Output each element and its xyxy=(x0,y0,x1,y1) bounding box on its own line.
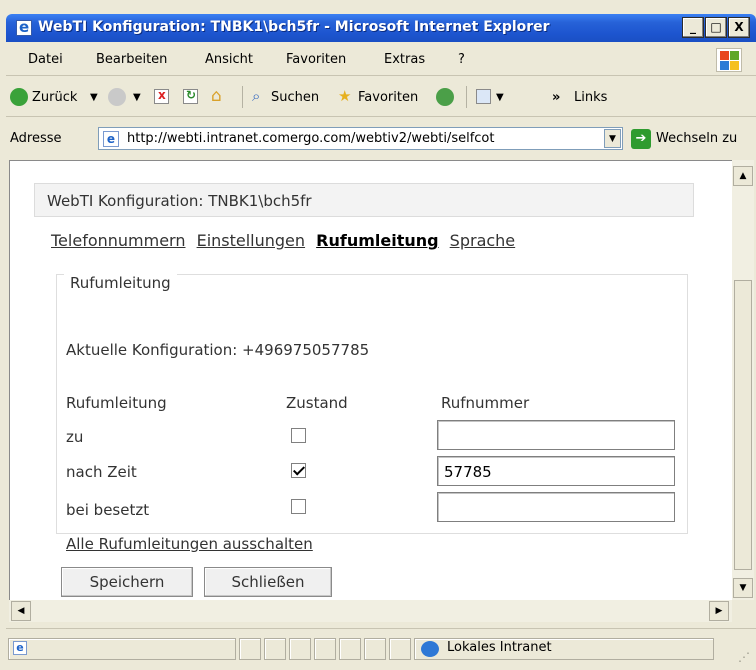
ie-icon xyxy=(16,18,32,36)
page-content: WebTI Konfiguration: TNBK1\bch5fr Telefo… xyxy=(9,160,732,600)
window-title: WebTI Konfiguration: TNBK1\bch5fr - Micr… xyxy=(38,19,550,35)
stop-icon[interactable]: x xyxy=(154,88,169,104)
section-legend: Rufumleitung xyxy=(64,274,177,292)
row-label-zu: zu xyxy=(66,428,84,446)
scroll-left-icon[interactable]: ◀ xyxy=(11,601,31,621)
page-icon: e xyxy=(103,131,119,147)
status-main-cell: e xyxy=(8,638,236,660)
vertical-scrollbar[interactable]: ▲ ▼ xyxy=(732,160,754,600)
tab-einstellungen[interactable]: Einstellungen xyxy=(197,231,305,250)
number-input-bei-besetzt[interactable] xyxy=(437,492,675,522)
back-button[interactable]: Zurück xyxy=(32,90,77,105)
toolbar-overflow-icon[interactable]: » xyxy=(552,90,560,105)
scroll-down-icon[interactable]: ▼ xyxy=(733,578,753,598)
status-bar: e Lokales Intranet ⋰ xyxy=(6,628,756,670)
disable-all-forwarding-link[interactable]: Alle Rufumleitungen ausschalten xyxy=(66,535,313,553)
number-input-nach-zeit[interactable]: 57785 xyxy=(437,456,675,486)
forward-icon[interactable] xyxy=(108,88,126,106)
minimize-button[interactable]: _ xyxy=(682,17,704,38)
column-header-rufumleitung: Rufumleitung xyxy=(66,394,167,412)
mail-icon[interactable] xyxy=(476,89,491,104)
go-button[interactable]: Wechseln zu xyxy=(656,131,737,146)
status-cell xyxy=(339,638,361,660)
address-url: http://webti.intranet.comergo.com/webtiv… xyxy=(127,131,495,146)
scroll-up-icon[interactable]: ▲ xyxy=(733,166,753,186)
tab-rufumleitung[interactable]: Rufumleitung xyxy=(316,231,438,250)
number-input-zu[interactable] xyxy=(437,420,675,450)
mail-dropdown-icon[interactable]: ▼ xyxy=(496,92,504,103)
back-icon[interactable] xyxy=(10,88,28,106)
status-cell xyxy=(314,638,336,660)
checkbox-bei-besetzt[interactable] xyxy=(291,499,306,514)
page-status-icon: e xyxy=(13,641,27,655)
current-config-label: Aktuelle Konfiguration: +496975057785 xyxy=(66,341,370,359)
status-cell xyxy=(239,638,261,660)
toolbar-separator xyxy=(242,86,243,108)
checkbox-nach-zeit[interactable] xyxy=(291,463,306,478)
zone-label: Lokales Intranet xyxy=(447,640,552,655)
menu-datei[interactable]: Datei xyxy=(28,52,63,67)
browser-window: WebTI Konfiguration: TNBK1\bch5fr - Micr… xyxy=(0,0,756,670)
intranet-globe-icon xyxy=(421,641,439,657)
row-label-bei-besetzt: bei besetzt xyxy=(66,501,150,519)
column-header-zustand: Zustand xyxy=(286,394,348,412)
links-button[interactable]: Links xyxy=(574,90,607,105)
menu-ansicht[interactable]: Ansicht xyxy=(205,52,253,67)
menu-help[interactable]: ? xyxy=(458,52,465,67)
windows-logo-icon xyxy=(716,48,742,72)
panel-header: WebTI Konfiguration: TNBK1\bch5fr xyxy=(34,183,694,217)
close-button[interactable]: X xyxy=(728,17,750,38)
menu-bearbeiten[interactable]: Bearbeiten xyxy=(96,52,167,67)
row-label-nach-zeit: nach Zeit xyxy=(66,463,137,481)
refresh-icon[interactable]: ↻ xyxy=(183,88,198,104)
status-cell xyxy=(364,638,386,660)
maximize-button[interactable]: □ xyxy=(705,17,727,38)
favorites-icon[interactable]: ★ xyxy=(338,87,351,105)
media-icon[interactable] xyxy=(436,88,454,106)
status-cell xyxy=(264,638,286,660)
close-page-button[interactable]: Schließen xyxy=(204,567,332,597)
checkbox-zu[interactable] xyxy=(291,428,306,443)
menu-bar: Datei Bearbeiten Ansicht Favoriten Extra… xyxy=(6,42,756,76)
column-header-rufnummer: Rufnummer xyxy=(441,394,530,412)
scroll-right-icon[interactable]: ▶ xyxy=(709,601,729,621)
toolbar-separator xyxy=(466,86,467,108)
home-icon[interactable]: ⌂ xyxy=(211,86,222,106)
forward-dropdown-icon[interactable]: ▼ xyxy=(133,92,141,103)
address-label: Adresse xyxy=(10,131,62,146)
tab-sprache[interactable]: Sprache xyxy=(450,231,515,250)
toolbar: Zurück ▼ ▼ x ↻ ⌂ ⌕ Suchen ★ Favoriten ▼ … xyxy=(6,77,756,117)
favorites-button[interactable]: Favoriten xyxy=(358,90,418,105)
address-input[interactable]: e http://webti.intranet.comergo.com/webt… xyxy=(98,127,623,150)
menu-favoriten[interactable]: Favoriten xyxy=(286,52,346,67)
go-arrow-icon[interactable]: ➔ xyxy=(631,129,651,149)
status-cell xyxy=(289,638,311,660)
status-cell xyxy=(389,638,411,660)
back-dropdown-icon[interactable]: ▼ xyxy=(90,92,98,103)
search-icon[interactable]: ⌕ xyxy=(252,87,260,105)
address-dropdown-icon[interactable]: ▼ xyxy=(604,129,621,148)
status-zone-cell: Lokales Intranet xyxy=(414,638,714,660)
scroll-thumb[interactable] xyxy=(734,280,752,570)
title-bar[interactable]: WebTI Konfiguration: TNBK1\bch5fr - Micr… xyxy=(6,14,756,42)
page-title: WebTI Konfiguration: TNBK1\bch5fr xyxy=(47,192,312,210)
nav-links: Telefonnummern Einstellungen Rufumleitun… xyxy=(51,231,521,250)
save-button[interactable]: Speichern xyxy=(61,567,193,597)
resize-grip-icon[interactable]: ⋰ xyxy=(718,638,752,664)
tab-telefonnummern[interactable]: Telefonnummern xyxy=(51,231,185,250)
menu-extras[interactable]: Extras xyxy=(384,52,425,67)
search-button[interactable]: Suchen xyxy=(271,90,319,105)
horizontal-scrollbar[interactable]: ◀ ▶ xyxy=(9,600,732,622)
address-bar: Adresse e http://webti.intranet.comergo.… xyxy=(6,118,756,158)
